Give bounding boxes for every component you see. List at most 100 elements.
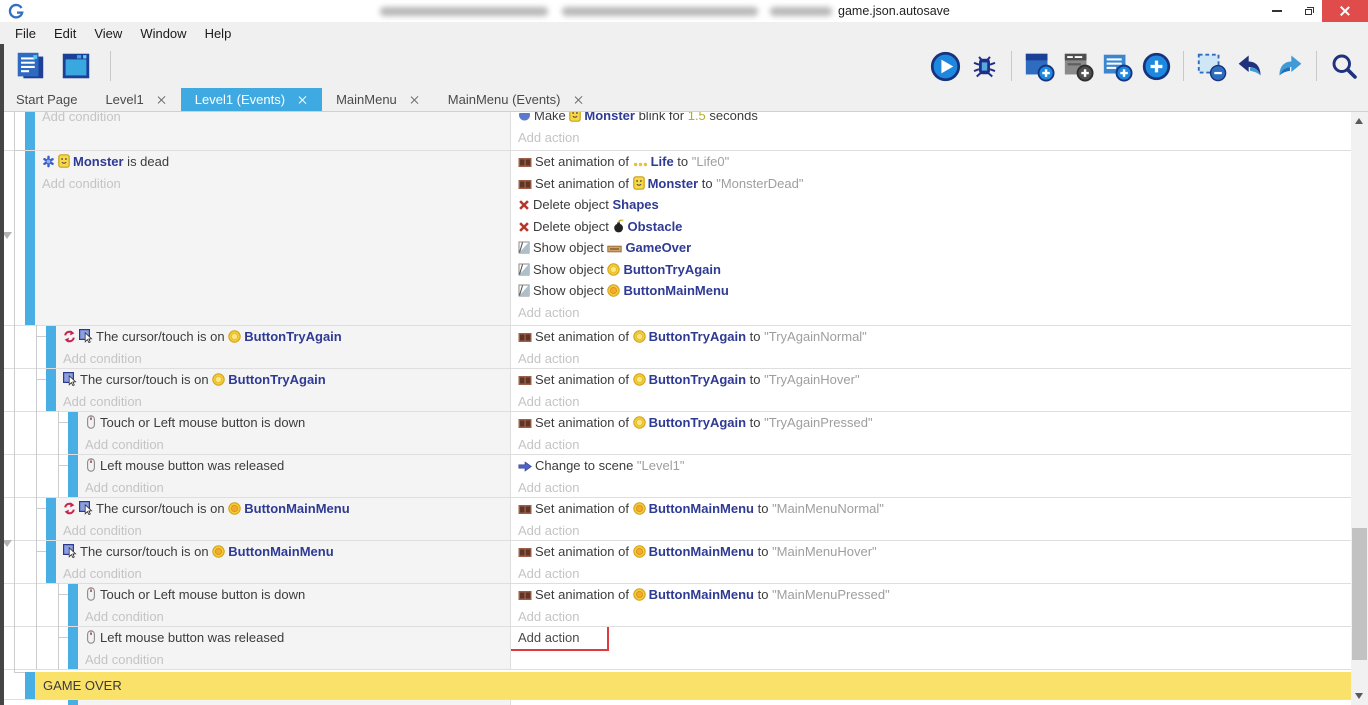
- event-actions[interactable]: Set animation of ButtonTryAgain to "TryA…: [510, 326, 1351, 368]
- event-conditions[interactable]: Left mouse button was released Add condi…: [0, 627, 510, 669]
- add-comment-icon[interactable]: [1099, 48, 1135, 84]
- add-condition-placeholder[interactable]: Add condition: [85, 649, 510, 670]
- vertical-scrollbar[interactable]: [1351, 112, 1368, 705]
- add-condition-placeholder[interactable]: Add condition: [42, 173, 510, 195]
- condition-line[interactable]: Left mouse button was released: [85, 455, 510, 477]
- scene-editor-icon[interactable]: [58, 48, 94, 84]
- undo-icon[interactable]: [1232, 48, 1268, 84]
- event-conditions[interactable]: Monster is dead Add condition: [0, 151, 510, 325]
- event-actions[interactable]: [510, 700, 1351, 705]
- event-actions[interactable]: Set animation of ButtonTryAgain to "TryA…: [510, 369, 1351, 411]
- add-condition-placeholder[interactable]: Add condition: [85, 434, 510, 455]
- condition-line[interactable]: Left mouse button was released: [85, 627, 510, 649]
- comment-row[interactable]: GAME OVER: [0, 672, 1351, 699]
- comment-body[interactable]: GAME OVER: [35, 672, 1351, 699]
- add-action-placeholder[interactable]: Add action: [518, 520, 1351, 541]
- add-action-placeholder[interactable]: Add action: [518, 391, 1351, 412]
- action-line[interactable]: Show object GameOver: [518, 237, 1351, 259]
- condition-line[interactable]: Touch or Left mouse button is down: [85, 584, 510, 606]
- remove-selection-icon[interactable]: [1193, 48, 1229, 84]
- close-button[interactable]: [1322, 0, 1368, 22]
- condition-line[interactable]: The cursor/touch is on ButtonTryAgain: [63, 326, 510, 348]
- tab-mainmenu[interactable]: MainMenu: [322, 88, 434, 111]
- action-line[interactable]: Make Monster blink for 1.5 seconds: [518, 112, 1351, 127]
- condition-line[interactable]: Touch or Left mouse button is down: [85, 412, 510, 434]
- add-action-placeholder[interactable]: Add action: [518, 127, 1351, 149]
- event-bar[interactable]: [68, 700, 78, 705]
- action-line[interactable]: Change to scene "Level1": [518, 455, 1351, 477]
- tab-level1-events[interactable]: Level1 (Events): [181, 88, 322, 111]
- event-conditions[interactable]: The cursor/touch is on ButtonMainMenu Ad…: [0, 498, 510, 540]
- event-actions[interactable]: Add action: [510, 627, 1351, 669]
- add-condition-placeholder[interactable]: Add condition: [63, 563, 510, 584]
- action-line[interactable]: Show object ButtonTryAgain: [518, 259, 1351, 281]
- condition-line[interactable]: The cursor/touch is on ButtonMainMenu: [63, 541, 510, 563]
- scrollbar-thumb[interactable]: [1352, 528, 1367, 660]
- event-conditions[interactable]: The cursor/touch is on ButtonTryAgain Ad…: [0, 369, 510, 411]
- menu-item-file[interactable]: File: [6, 22, 45, 44]
- add-event-icon[interactable]: [1021, 48, 1057, 84]
- add-sub-event-icon[interactable]: [1060, 48, 1096, 84]
- action-line[interactable]: Set animation of ButtonMainMenu to "Main…: [518, 498, 1351, 520]
- event-conditions[interactable]: [0, 700, 510, 705]
- event-actions[interactable]: Set animation of ButtonMainMenu to "Main…: [510, 498, 1351, 540]
- event-conditions[interactable]: The cursor/touch is on ButtonTryAgain Ad…: [0, 326, 510, 368]
- menu-item-window[interactable]: Window: [131, 22, 195, 44]
- action-line[interactable]: Set animation of ButtonMainMenu to "Main…: [518, 584, 1351, 606]
- add-action-placeholder[interactable]: Add action: [518, 302, 1351, 324]
- add-action-placeholder[interactable]: Add action: [518, 563, 1351, 584]
- event-bar[interactable]: [46, 498, 56, 540]
- add-action-placeholder[interactable]: Add action: [518, 477, 1351, 498]
- menu-item-view[interactable]: View: [85, 22, 131, 44]
- redo-icon[interactable]: [1271, 48, 1307, 84]
- event-conditions[interactable]: Touch or Left mouse button is down Add c…: [0, 584, 510, 626]
- add-condition-placeholder[interactable]: Add condition: [85, 606, 510, 627]
- event-bar[interactable]: [25, 112, 35, 150]
- event-actions[interactable]: Set animation of ButtonMainMenu to "Main…: [510, 584, 1351, 626]
- event-actions[interactable]: Make Monster blink for 1.5 seconds Add a…: [510, 112, 1351, 150]
- event-bar[interactable]: [46, 369, 56, 411]
- menu-item-help[interactable]: Help: [196, 22, 241, 44]
- debug-icon[interactable]: [966, 48, 1002, 84]
- project-manager-icon[interactable]: [12, 48, 48, 84]
- action-line[interactable]: Set animation of Life to "Life0": [518, 151, 1351, 173]
- event-bar[interactable]: [25, 151, 35, 325]
- event-bar[interactable]: [68, 455, 78, 497]
- condition-line[interactable]: Monster is dead: [42, 151, 510, 173]
- condition-line[interactable]: The cursor/touch is on ButtonMainMenu: [63, 498, 510, 520]
- tab-close-icon[interactable]: [157, 95, 167, 105]
- event-bar[interactable]: [68, 627, 78, 669]
- event-actions[interactable]: Change to scene "Level1" Add action: [510, 455, 1351, 497]
- event-actions[interactable]: Set animation of Life to "Life0" Set ani…: [510, 151, 1351, 325]
- condition-line[interactable]: The cursor/touch is on ButtonTryAgain: [63, 369, 510, 391]
- event-bar[interactable]: [25, 672, 35, 699]
- action-line[interactable]: Set animation of ButtonTryAgain to "TryA…: [518, 412, 1351, 434]
- tab-level1[interactable]: Level1: [91, 88, 180, 111]
- event-conditions[interactable]: Add condition: [0, 112, 510, 150]
- add-condition-placeholder[interactable]: Add condition: [42, 112, 510, 128]
- action-line[interactable]: Delete object Obstacle: [518, 216, 1351, 238]
- tab-close-icon[interactable]: [574, 95, 584, 105]
- event-bar[interactable]: [68, 584, 78, 626]
- event-conditions[interactable]: The cursor/touch is on ButtonMainMenu Ad…: [0, 541, 510, 583]
- event-actions[interactable]: Set animation of ButtonTryAgain to "TryA…: [510, 412, 1351, 454]
- action-line[interactable]: Delete object Shapes: [518, 194, 1351, 216]
- tab-mainmenu-events[interactable]: MainMenu (Events): [434, 88, 598, 111]
- add-action-placeholder[interactable]: Add action: [518, 434, 1351, 455]
- restore-button[interactable]: [1294, 0, 1324, 22]
- minimize-button[interactable]: [1262, 0, 1292, 22]
- tab-close-icon[interactable]: [298, 95, 308, 105]
- event-conditions[interactable]: Touch or Left mouse button is down Add c…: [0, 412, 510, 454]
- add-condition-placeholder[interactable]: Add condition: [85, 477, 510, 498]
- scroll-up-icon[interactable]: [1355, 118, 1363, 124]
- event-actions[interactable]: Set animation of ButtonMainMenu to "Main…: [510, 541, 1351, 583]
- search-icon[interactable]: [1326, 48, 1362, 84]
- add-action-placeholder[interactable]: Add action: [518, 606, 1351, 627]
- event-bar[interactable]: [46, 326, 56, 368]
- action-line[interactable]: Set animation of ButtonTryAgain to "TryA…: [518, 326, 1351, 348]
- action-line[interactable]: Set animation of Monster to "MonsterDead…: [518, 173, 1351, 195]
- action-line[interactable]: Show object ButtonMainMenu: [518, 280, 1351, 302]
- tab-close-icon[interactable]: [410, 95, 420, 105]
- add-new-icon[interactable]: [1138, 48, 1174, 84]
- add-condition-placeholder[interactable]: Add condition: [63, 348, 510, 369]
